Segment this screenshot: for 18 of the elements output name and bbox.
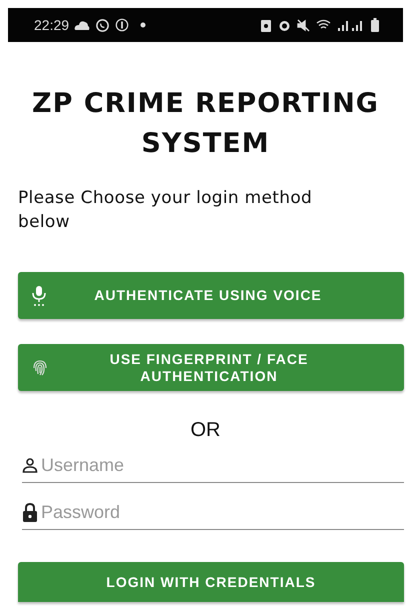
or-divider-text: OR <box>190 419 222 442</box>
login-button[interactable]: LOGIN WITH CREDENTIALS <box>18 562 404 602</box>
fingerprint-icon <box>32 358 48 376</box>
dot-icon <box>140 22 146 28</box>
cloud-icon <box>74 20 90 30</box>
status-time: 22:29 <box>34 17 70 33</box>
password-field[interactable]: Password <box>41 502 404 522</box>
app-title: ZP CRIME REPORTING SYSTEM <box>31 87 380 161</box>
username-field[interactable]: Username <box>41 454 404 476</box>
signal-icon <box>337 19 365 31</box>
person-icon <box>22 457 38 473</box>
mute-icon <box>297 18 310 32</box>
microphone-icon <box>32 284 46 306</box>
wifi-icon <box>316 19 331 31</box>
fingerprint-auth-button[interactable]: USE FINGERPRINT / FACE AUTHENTICATION <box>18 344 404 391</box>
voice-auth-button[interactable]: AUTHENTICATE USING VOICE <box>18 272 404 319</box>
battery-icon <box>371 18 379 32</box>
instruction-text: Please Choose your login method below <box>18 187 314 234</box>
